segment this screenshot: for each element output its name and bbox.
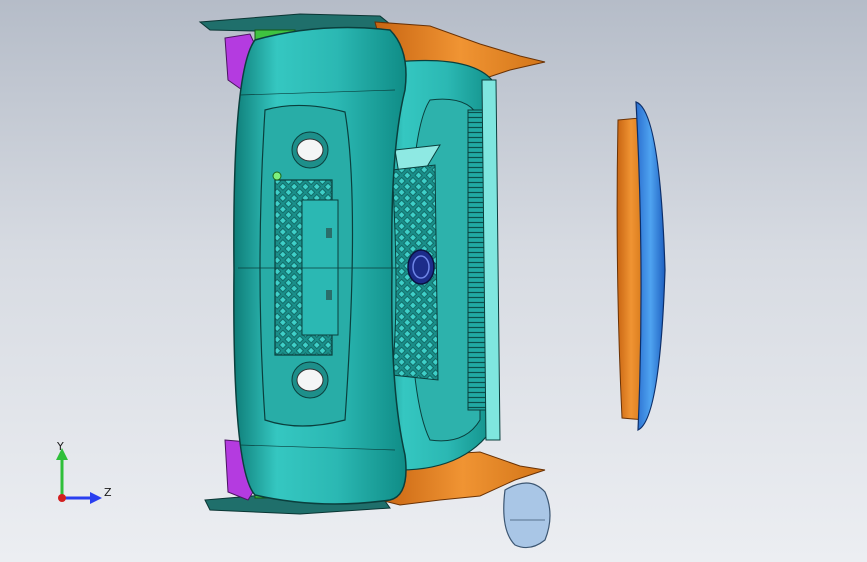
bumper-cover: [233, 26, 407, 505]
triad-axes: [56, 448, 102, 504]
cad-graphics-viewport[interactable]: Y Z: [0, 0, 867, 562]
z-axis-arrowhead: [90, 492, 102, 504]
bumper-fascia-part: [616, 101, 666, 431]
bumper-assembly-model[interactable]: [0, 0, 867, 562]
coordinate-triad: Y Z: [40, 440, 130, 520]
mirror-part: [503, 482, 551, 549]
vehicle-emblem: [407, 249, 435, 285]
triad-z-label: Z: [104, 486, 112, 499]
triad-origin: [58, 494, 66, 502]
triad-y-label: Y: [57, 440, 64, 453]
